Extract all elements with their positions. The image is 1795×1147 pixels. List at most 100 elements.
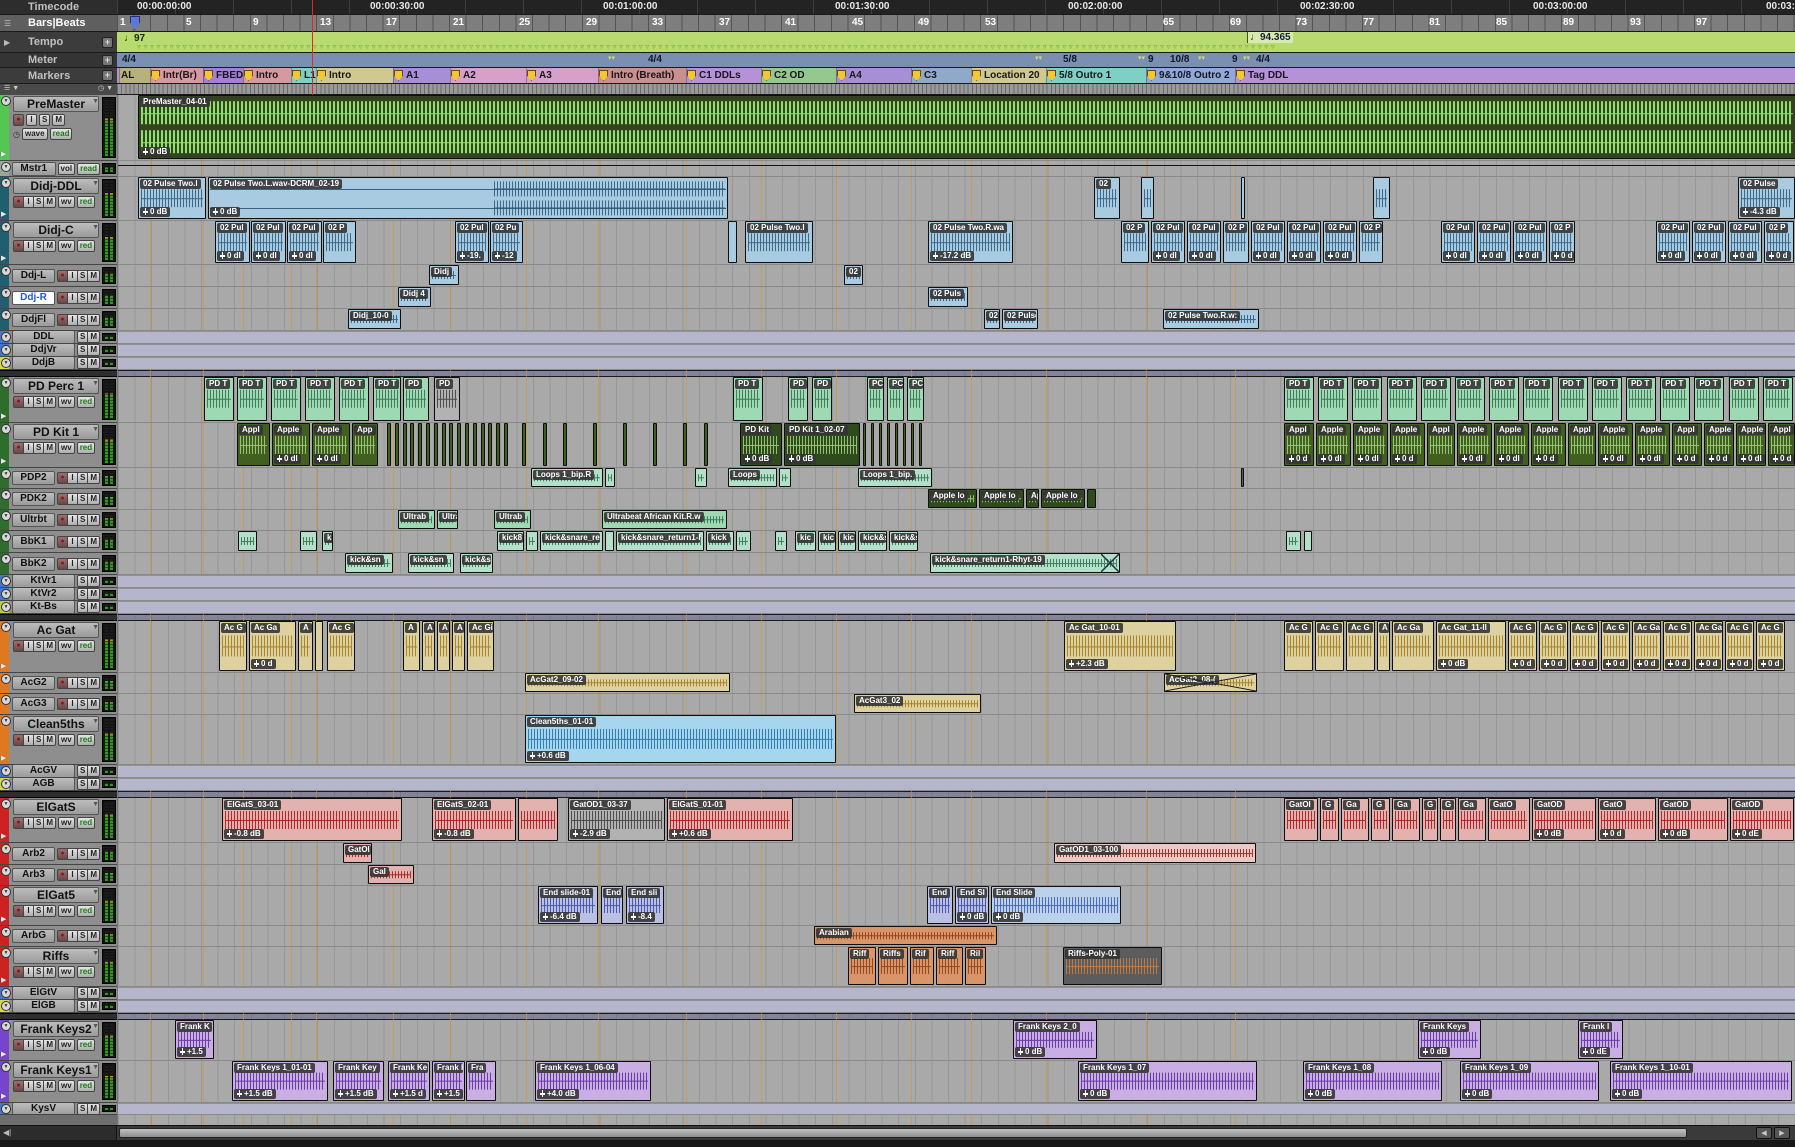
- track-name[interactable]: DdjB: [12, 357, 75, 370]
- audio-clip[interactable]: Riff: [848, 947, 876, 985]
- audio-clip[interactable]: 02 Pul-19.: [455, 221, 489, 263]
- mute-button[interactable]: M: [87, 765, 100, 777]
- track-name[interactable]: Frank Keys1: [13, 1062, 99, 1078]
- mute-button[interactable]: M: [43, 396, 56, 408]
- chevron-down-icon[interactable]: ▼: [92, 1064, 99, 1071]
- track-name[interactable]: KtVr2: [12, 588, 75, 601]
- audio-clip[interactable]: End sli-8.4: [626, 886, 664, 924]
- mute-button[interactable]: M: [43, 640, 56, 652]
- audio-clip[interactable]: A: [422, 621, 435, 671]
- ruler-label-markers[interactable]: Markers +: [0, 68, 117, 84]
- track-lane-premaster[interactable]: PreMaster_04-010 dB: [118, 95, 1795, 161]
- automation-mode-button[interactable]: red: [77, 905, 95, 917]
- chevron-down-icon[interactable]: ▼: [92, 624, 99, 631]
- audio-clip[interactable]: 02 Pul0 dl: [1656, 221, 1690, 263]
- audio-clip[interactable]: Riff: [936, 947, 963, 985]
- collapse-icon[interactable]: ▼: [1, 1104, 11, 1114]
- add-marker-button[interactable]: +: [102, 70, 113, 81]
- audio-clip[interactable]: Frank Keys 1_06-04+4.0 dB: [535, 1061, 651, 1101]
- audio-clip[interactable]: A: [437, 621, 450, 671]
- audio-clip[interactable]: 02 P: [1223, 221, 1249, 263]
- audio-clip[interactable]: [695, 468, 707, 487]
- audio-clip[interactable]: 02 Pulse-4.3 dB: [1738, 177, 1795, 219]
- audio-clip[interactable]: 02 Pul0 dl: [287, 221, 322, 263]
- mute-button[interactable]: M: [87, 292, 100, 304]
- audio-clip[interactable]: 02 P: [1121, 221, 1149, 263]
- audio-clip[interactable]: 02: [1094, 177, 1120, 219]
- audio-clip[interactable]: Frank Keys 1_070 dB: [1078, 1061, 1257, 1101]
- track-name[interactable]: Ac Gat: [13, 622, 99, 638]
- track-lane-ddl[interactable]: [118, 331, 1795, 344]
- audio-clip[interactable]: Gal: [368, 865, 414, 884]
- track-lane-didj-c[interactable]: 02 Pul0 dl02 Pul0 dl02 Pul0 dl02 P02 Pul…: [118, 221, 1795, 265]
- meter-value-label[interactable]: 4/4: [648, 54, 662, 65]
- waveform-view-button[interactable]: wv: [58, 817, 75, 829]
- waveform-view-button[interactable]: wv: [58, 196, 75, 208]
- collapse-icon[interactable]: ▼: [1, 799, 11, 809]
- audio-clip[interactable]: [395, 423, 399, 466]
- meter-value-label[interactable]: 10/8: [1170, 54, 1189, 65]
- meter-change-icon[interactable]: ▾▾: [1035, 54, 1042, 62]
- ruler-area[interactable]: 00:00:00:0000:00:30:0000:01:00:0000:01:3…: [117, 0, 1795, 95]
- track-lane-arb3[interactable]: Gal: [118, 865, 1795, 886]
- audio-clip[interactable]: Ga: [1341, 798, 1369, 841]
- marker-label[interactable]: A1: [406, 70, 419, 81]
- marker-label[interactable]: Location 20: [984, 70, 1040, 81]
- track-name[interactable]: Clean5ths: [13, 716, 99, 732]
- audio-clip[interactable]: 02: [984, 309, 1000, 329]
- audio-clip[interactable]: G: [1422, 798, 1438, 841]
- track-lane-riffs[interactable]: RiffRiffsRifRiffRilRiffs-Poly-01: [118, 947, 1795, 987]
- marker-label[interactable]: Intro: [329, 70, 351, 81]
- audio-clip[interactable]: 02 Pulse Two.R.w:: [1163, 309, 1259, 329]
- track-name[interactable]: Ultrbt: [12, 513, 55, 527]
- audio-clip[interactable]: 02 Pul0 dl: [1187, 221, 1221, 263]
- audio-clip[interactable]: PD: [434, 377, 460, 421]
- track-lane-agb[interactable]: [118, 778, 1795, 791]
- automation-mode-button[interactable]: red: [77, 640, 95, 652]
- audio-clip[interactable]: Apple0 d: [1704, 423, 1734, 466]
- audio-clip[interactable]: Loops 1_bip.: [858, 468, 932, 487]
- collapse-icon[interactable]: ▼: [1, 589, 11, 599]
- expand-icon[interactable]: ▶: [4, 38, 10, 47]
- mute-button[interactable]: M: [52, 114, 65, 126]
- track-lane-ddj-r[interactable]: Didj 402 Puls: [118, 287, 1795, 309]
- audio-clip[interactable]: Ac Gat_11-Il0 dB: [1436, 621, 1506, 671]
- audio-clip[interactable]: [779, 468, 791, 487]
- collapse-icon[interactable]: ▼: [1, 1021, 11, 1031]
- marker-label[interactable]: FBED: [216, 70, 243, 81]
- audio-clip[interactable]: kick&sn: [408, 553, 454, 573]
- audio-clip[interactable]: PD T: [1318, 377, 1348, 421]
- audio-clip[interactable]: kick&s: [889, 531, 918, 551]
- expand-icon[interactable]: ▶: [1, 254, 6, 262]
- expand-icon[interactable]: ▶: [1, 150, 6, 158]
- audio-clip[interactable]: GatOD1_03-37-2.9 dB: [568, 798, 665, 841]
- collapse-icon[interactable]: ▼: [1, 1062, 11, 1072]
- audio-clip[interactable]: Appl: [237, 423, 270, 466]
- audio-clip[interactable]: PD T: [1387, 377, 1417, 421]
- markers-ruler[interactable]: ALIntr(Br)FBEDIntroL19IntroA1A2A3Intro (…: [117, 68, 1795, 84]
- audio-clip[interactable]: PD: [788, 377, 808, 421]
- track-lane-bbk2[interactable]: kick&snkick&snkick&skick&snare_return1-R…: [118, 553, 1795, 575]
- audio-clip[interactable]: Ap: [1026, 489, 1039, 508]
- collapse-icon[interactable]: ▼: [1, 222, 11, 232]
- collapse-icon[interactable]: ▼: [1, 378, 11, 388]
- collapse-icon[interactable]: ▼: [1, 779, 11, 789]
- audio-clip[interactable]: [1141, 177, 1154, 219]
- audio-clip[interactable]: ElGatS_03-01-0.8 dB: [222, 798, 402, 841]
- waveform-view-button[interactable]: wv: [58, 442, 75, 454]
- audio-clip[interactable]: [879, 423, 882, 466]
- track-lane-kysv[interactable]: [118, 1103, 1795, 1115]
- collapse-icon[interactable]: ▼: [1, 844, 11, 854]
- audio-clip[interactable]: Ac G0 d: [1539, 621, 1568, 671]
- audio-clip[interactable]: Ac Ga0 d: [1694, 621, 1723, 671]
- mute-button[interactable]: M: [43, 442, 56, 454]
- track-lane-pd-perc1[interactable]: PD TPD TPD TPD TPD TPD TPDPDPD TPDPDPCPC…: [118, 377, 1795, 423]
- audio-clip[interactable]: PD T: [1558, 377, 1588, 421]
- chevron-down-icon[interactable]: ▼: [92, 180, 99, 187]
- audio-clip[interactable]: Ac G: [327, 621, 355, 671]
- audio-clip[interactable]: kick&s: [858, 531, 887, 551]
- waveform-view-button[interactable]: wv: [58, 966, 75, 978]
- waveform-view-button[interactable]: wv: [58, 396, 75, 408]
- track-lane-frank-keys1[interactable]: Frank Keys 1_01-01+1.5 dBFrank Key+1.5 d…: [118, 1061, 1795, 1103]
- mute-button[interactable]: M: [87, 987, 100, 999]
